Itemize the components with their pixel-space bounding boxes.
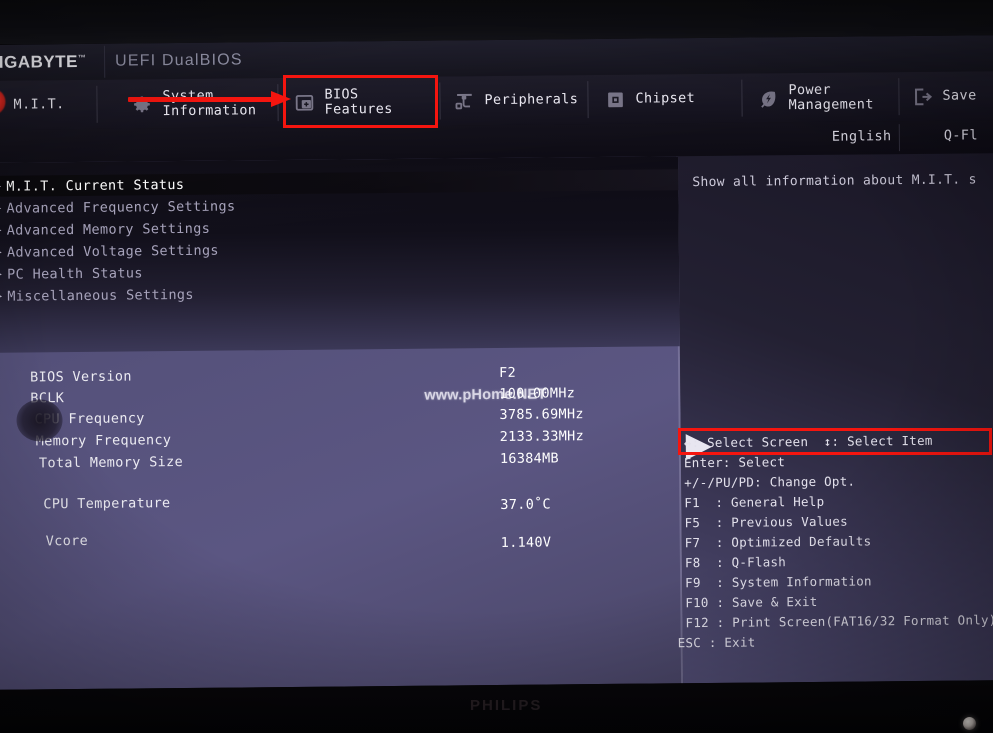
menu-item-label: Advanced Voltage Settings [6,242,219,261]
nav-item-save-exit-label: Save [942,87,977,104]
nav-item-chipset[interactable]: Chipset [604,74,695,124]
info-label: CPU Frequency [34,410,145,428]
info-label: Total Memory Size [38,454,184,472]
menu-item-label: M.I.T. Current Status [6,176,185,195]
hotkey-row-f10-save-exit: F10 : Save & Exit [685,593,818,611]
qflash-button[interactable]: Q-Fl [944,127,978,143]
gigabyte-logo-text: GIGABYTE [0,51,78,72]
annotation-box-bios-features [283,75,438,128]
hotkey-row-f12-print-screen: F12 : Print Screen(FAT16/32 Format Only) [685,612,993,631]
monitor-brand-logo: PHILIPS [470,697,543,714]
power-leaf-icon [757,87,779,109]
chevron-right-icon: ▸ [0,291,4,302]
info-label: BIOS Version [30,368,132,386]
info-value: F2 [499,364,517,381]
info-value: 100.00MHz [499,385,576,402]
uefi-dualbios-title: UEFI DualBIOS [115,51,243,70]
language-selector[interactable]: English [832,128,892,145]
nav-item-power-management[interactable]: Power Management [757,72,874,122]
chipset-icon [604,88,626,110]
hotkey-row-change-opt: +/-/PU/PD: Change Opt. [684,473,856,491]
gigabyte-logo: GIGABYTE™ [0,52,86,73]
hotkey-row-f7-optimized-defaults: F7 : Optimized Defaults [684,533,872,551]
nav-item-save-exit[interactable]: Save [911,71,977,121]
info-value: 16384MB [499,450,560,467]
info-label: Memory Frequency [35,432,172,450]
nav-item-power-management-label: Power Management [788,81,874,113]
nav-item-chipset-label: Chipset [635,90,696,107]
nav-item-peripherals-label: Peripherals [484,91,579,109]
bios-screen: GIGABYTE™ UEFI DualBIOS M.I.T. System In… [0,35,993,690]
annotation-box-select-screen-hotkey [678,428,992,455]
monitor-photo: GIGABYTE™ UEFI DualBIOS M.I.T. System In… [0,0,993,733]
hotkey-row-esc-exit: ESC : Exit [677,634,756,651]
chevron-right-icon: ▸ [0,269,3,280]
nav-item-peripherals[interactable]: Peripherals [453,75,578,125]
info-label: CPU Temperature [43,495,171,513]
menu-item-label: PC Health Status [7,264,143,283]
nav-item-mit-label: M.I.T. [13,96,65,113]
menu-item-label: Miscellaneous Settings [7,286,194,305]
nav-item-mit[interactable]: M.I.T. [13,80,65,129]
help-description-text: Show all information about M.I.T. s [692,172,977,191]
menu-item-label: Advanced Memory Settings [6,220,211,239]
hotkey-row-f1-general-help: F1 : General Help [684,493,825,511]
hotkey-row-f9-system-information: F9 : System Information [685,573,872,591]
info-value: 1.140V [500,534,552,551]
menu-item-label: Advanced Frequency Settings [6,197,236,217]
info-label: BCLK [30,390,65,407]
plug-icon [453,90,475,112]
hotkey-row-f8-qflash: F8 : Q-Flash [684,554,787,571]
hotkey-row-enter: Enter: Select [683,454,786,471]
trademark-symbol: ™ [77,53,87,63]
hotkey-row-f5-previous-values: F5 : Previous Values [684,513,848,531]
info-value: 37.0˚C [500,496,552,513]
info-label: Vcore [45,532,89,550]
monitor-power-led [963,717,976,730]
annotation-arrow-to-bios-features [128,91,291,108]
info-value: 3785.69MHz [499,406,584,423]
exit-arrow-icon [911,85,933,107]
info-value: 2133.33MHz [499,428,585,445]
